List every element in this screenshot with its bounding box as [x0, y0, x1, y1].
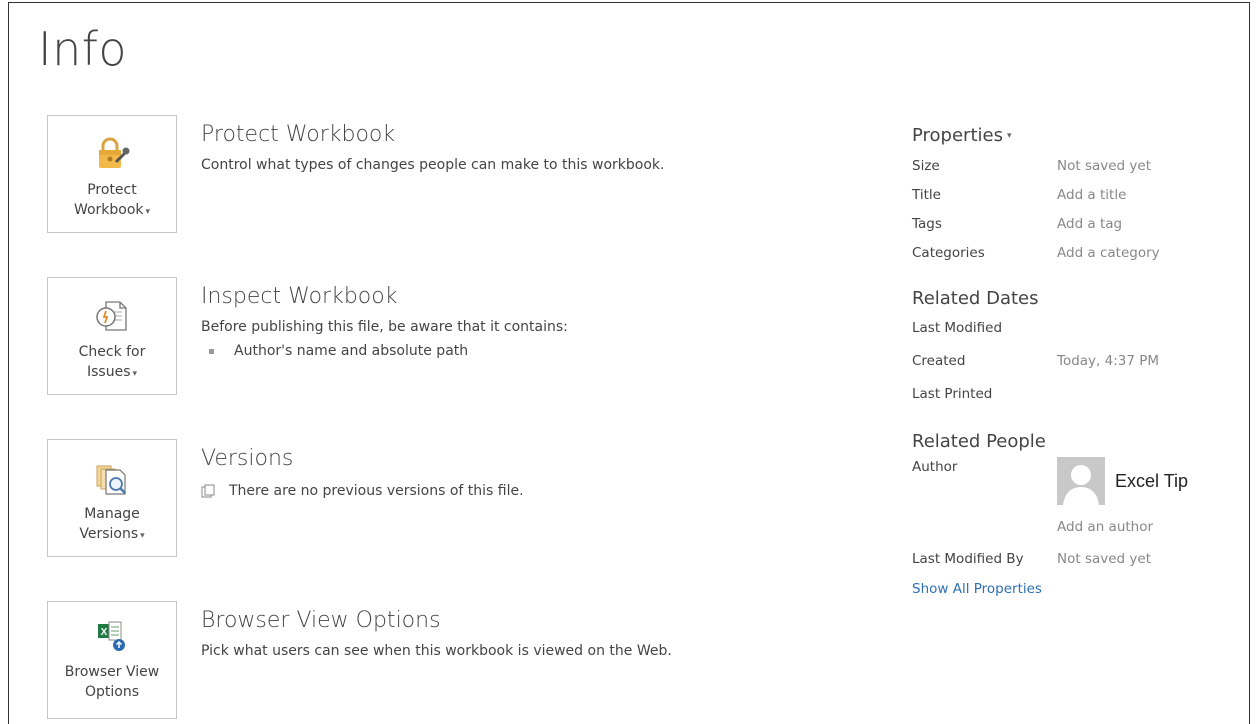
date-row-last-printed: Last Printed [912, 386, 993, 402]
manage-versions-label: Manage Versions ▾ [79, 506, 145, 542]
section-description: Control what types of changes people can… [201, 157, 665, 173]
check-for-issues-button[interactable]: Check for Issues ▾ [47, 277, 177, 395]
last-modified-by-row: Last Modified By Not saved yet [912, 551, 1151, 567]
property-row-title: Title Add a title [912, 187, 1127, 203]
lock-key-icon [92, 134, 132, 174]
browser-view-section: X Browser View Options Browser View Opti… [47, 601, 847, 721]
page-title: Info [38, 22, 128, 76]
excel-browser-icon: X [92, 616, 132, 656]
section-description: Before publishing this file, be aware th… [201, 319, 568, 335]
date-row-created: Created Today, 4:37 PM [912, 353, 1160, 369]
section-title: Browser View Options [201, 608, 441, 633]
browser-view-options-label: Browser View Options [64, 664, 160, 700]
author-name: Excel Tip [1115, 470, 1189, 491]
tags-field[interactable]: Add a tag [1057, 216, 1122, 232]
property-row-size: Size Not saved yet [912, 158, 1151, 174]
properties-heading[interactable]: Properties ▾ [912, 120, 1242, 152]
inspect-workbook-section: Check for Issues ▾ Inspect Workbook Befor… [47, 277, 847, 397]
section-title: Inspect Workbook [201, 284, 398, 309]
property-row-tags: Tags Add a tag [912, 216, 1123, 232]
versions-note: There are no previous versions of this f… [201, 483, 821, 499]
person-icon [1057, 457, 1105, 505]
svg-text:X: X [101, 627, 108, 638]
manage-versions-button[interactable]: Manage Versions ▾ [47, 439, 177, 557]
document-versions-icon [201, 484, 215, 498]
author-row: Author Excel Tip [912, 457, 1242, 519]
add-author-row: Add an author [912, 519, 1242, 545]
inspect-document-icon [92, 296, 132, 336]
property-row-categories: Categories Add a category [912, 245, 1160, 261]
related-people-heading: Related People [912, 431, 1046, 452]
title-field[interactable]: Add a title [1057, 187, 1126, 203]
dropdown-caret-icon: ▾ [132, 369, 138, 379]
protect-workbook-label: Protect Workbook ▾ [73, 182, 151, 218]
section-title: Protect Workbook [201, 122, 396, 147]
categories-field[interactable]: Add a category [1057, 245, 1160, 261]
bullet-icon [209, 348, 214, 354]
protect-workbook-button[interactable]: Protect Workbook ▾ [47, 115, 177, 233]
show-all-properties-link[interactable]: Show All Properties [912, 581, 1242, 597]
date-row-last-modified: Last Modified [912, 320, 1003, 336]
section-description: Pick what users can see when this workbo… [201, 643, 672, 659]
section-title: Versions [201, 446, 294, 471]
versions-section: Manage Versions ▾ Versions There are no p… [47, 439, 847, 559]
author-card[interactable]: Excel Tip [1057, 457, 1188, 505]
related-dates-heading: Related Dates [912, 288, 1039, 309]
dropdown-caret-icon: ▾ [1006, 131, 1012, 141]
properties-panel: Properties ▾ Size Not saved yet Title Add… [912, 120, 1242, 597]
manage-versions-icon [92, 458, 132, 498]
check-for-issues-label: Check for Issues ▾ [78, 344, 146, 380]
dropdown-caret-icon: ▾ [145, 207, 151, 217]
protect-workbook-section: Protect Workbook ▾ Protect Workbook Contr… [47, 115, 847, 235]
avatar [1057, 457, 1105, 505]
add-author-link[interactable]: Add an author [1057, 519, 1153, 535]
dropdown-caret-icon: ▾ [140, 531, 145, 541]
list-item: Author's name and absolute path [201, 343, 821, 359]
browser-view-options-button[interactable]: X Browser View Options [47, 601, 177, 719]
